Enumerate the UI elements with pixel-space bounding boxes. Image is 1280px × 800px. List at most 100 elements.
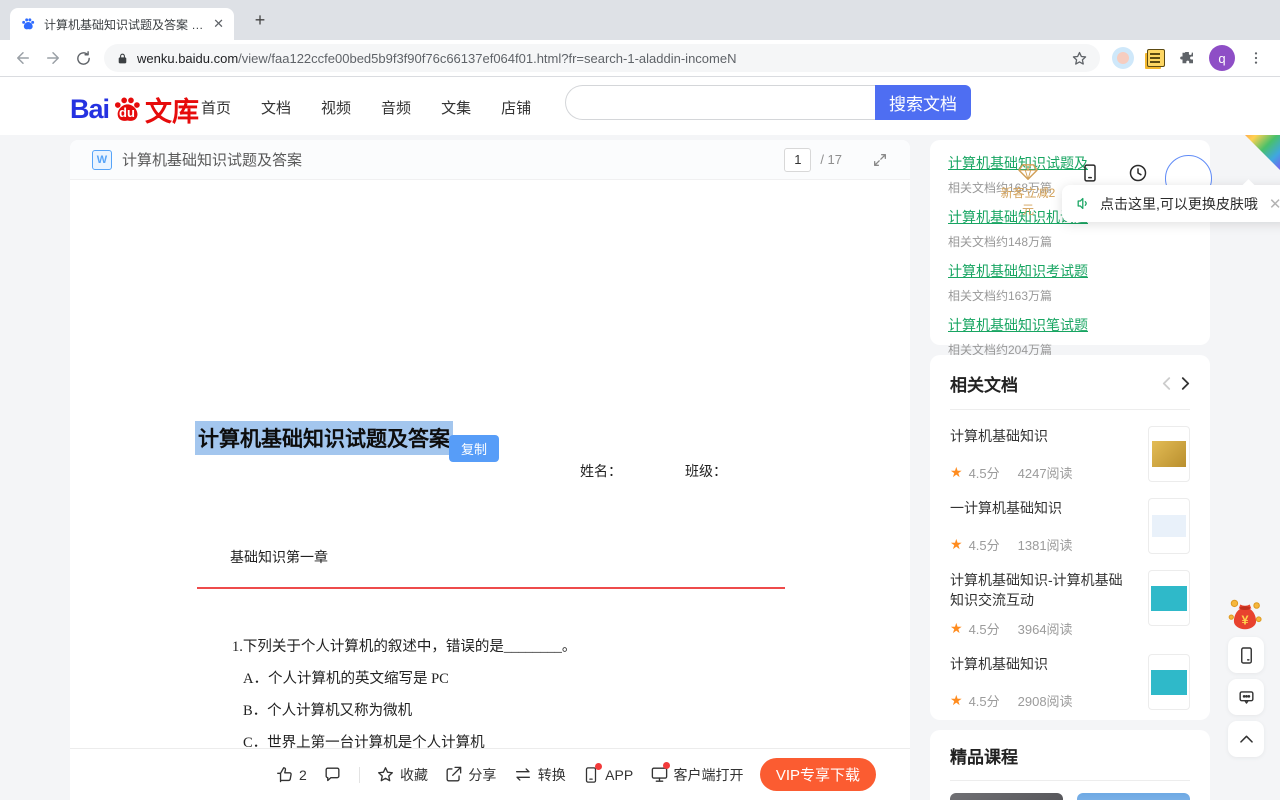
convert-arrows-icon xyxy=(513,765,533,784)
chat-bubble-icon xyxy=(1237,688,1256,707)
course-thumbnail[interactable] xyxy=(950,793,1063,800)
client-open-label: 客户端打开 xyxy=(674,765,744,785)
extension-bear-icon[interactable] xyxy=(1112,47,1134,69)
thumbs-up-icon xyxy=(275,765,294,784)
red-packet-icon[interactable]: ¥ xyxy=(1226,596,1264,634)
address-bar[interactable]: wenku.baidu.com/view/faa122ccfe00bed5b9f… xyxy=(104,44,1100,72)
app-label: APP xyxy=(605,767,633,783)
skin-tooltip-text: 点击这里,可以更换皮肤哦 xyxy=(1100,194,1258,214)
course-thumbnail[interactable] xyxy=(1077,793,1190,800)
bookmark-star-icon[interactable] xyxy=(1071,50,1088,67)
mobile-view-button[interactable] xyxy=(1228,637,1264,673)
name-field-label: 姓名： xyxy=(580,461,622,481)
browser-menu-icon[interactable] xyxy=(1248,50,1264,66)
doc-thumbnail xyxy=(1148,654,1190,710)
client-open-button[interactable]: 客户端打开 xyxy=(650,765,744,785)
read-count: 1381阅读 xyxy=(1018,535,1073,554)
extension-notes-icon[interactable] xyxy=(1147,49,1165,67)
read-count: 3964阅读 xyxy=(1018,619,1073,638)
nav-item-shop[interactable]: 店铺 xyxy=(498,94,534,121)
class-field-label: 班级： xyxy=(685,461,727,481)
document-title-selected[interactable]: 计算机基础知识试题及答案 xyxy=(195,421,453,455)
rating-star-icon: ★ xyxy=(950,464,963,481)
url-domain: wenku.baidu.com xyxy=(137,51,238,66)
browser-tab[interactable]: 计算机基础知识试题及答案 - 百 ✕ xyxy=(10,8,234,40)
fullscreen-icon[interactable] xyxy=(872,152,888,168)
related-doc-title: 计算机基础知识 xyxy=(950,426,1136,446)
question-1: 1.下列关于个人计算机的叙述中，错误的是________。 xyxy=(232,635,576,656)
share-button[interactable]: 分享 xyxy=(444,765,496,785)
forward-icon[interactable] xyxy=(38,43,68,73)
comment-button[interactable] xyxy=(323,765,342,784)
browser-tabstrip: 计算机基础知识试题及答案 - 百 ✕ + xyxy=(0,0,1280,40)
comment-icon xyxy=(323,765,342,784)
favorite-button[interactable]: 收藏 xyxy=(376,765,428,785)
page-number-input[interactable] xyxy=(784,148,811,172)
diamond-icon xyxy=(1017,163,1039,181)
vip-download-button[interactable]: VIP专享下载 xyxy=(760,758,876,791)
browser-urlbar: wenku.baidu.com/view/faa122ccfe00bed5b9f… xyxy=(0,40,1280,77)
rating-value: 4.5分 xyxy=(969,535,1000,554)
nav-item-collection[interactable]: 文集 xyxy=(438,94,474,121)
page-total: / 17 xyxy=(820,152,842,167)
nav-item-video[interactable]: 视频 xyxy=(318,94,354,121)
app-button[interactable]: APP xyxy=(582,766,633,784)
nav-item-home[interactable]: 首页 xyxy=(198,94,234,121)
wenku-nav: 首页 文档 视频 音频 文集 店铺 xyxy=(198,94,534,121)
carousel-prev-icon[interactable] xyxy=(1162,376,1171,391)
browser-profile-avatar[interactable]: q xyxy=(1209,45,1235,71)
reload-icon[interactable] xyxy=(68,43,98,73)
search-input[interactable] xyxy=(565,85,875,120)
document-panel: W 计算机基础知识试题及答案 / 17 计算机基础知识试题及答案 复制 姓名： … xyxy=(70,140,910,800)
logo-wenku: 文库 xyxy=(145,90,199,129)
back-icon[interactable] xyxy=(8,43,38,73)
baidu-wenku-logo[interactable]: Bai du 文库 xyxy=(70,90,199,129)
chevron-up-icon xyxy=(1237,730,1256,749)
clock-icon xyxy=(1128,163,1148,183)
document-toolbar-title: 计算机基础知识试题及答案 xyxy=(122,149,784,170)
wenku-header: Bai du 文库 首页 文档 视频 音频 文集 店铺 搜索文档 新客立减2元 … xyxy=(0,77,1280,135)
svg-text:¥: ¥ xyxy=(1241,614,1248,628)
share-label: 分享 xyxy=(468,765,496,785)
logo-du: du xyxy=(119,105,135,120)
doc-thumbnail xyxy=(1148,426,1190,482)
related-doc-item[interactable]: 计算机基础知识-计算机基础知识交流互动 ★4.5分3964阅读 xyxy=(950,570,1190,638)
lock-icon xyxy=(116,52,129,65)
carousel-next-icon[interactable] xyxy=(1181,376,1190,391)
extensions-puzzle-icon[interactable] xyxy=(1178,49,1196,67)
feedback-button[interactable] xyxy=(1228,679,1264,715)
new-tab-button[interactable]: + xyxy=(248,9,272,33)
related-doc-item[interactable]: 计算机基础知识 ★4.5分4247阅读 xyxy=(950,426,1190,482)
like-button[interactable]: 2 xyxy=(275,765,307,784)
baidu-paw-icon: du xyxy=(110,93,144,127)
back-to-top-button[interactable] xyxy=(1228,721,1264,757)
like-count: 2 xyxy=(299,767,307,783)
word-doc-icon: W xyxy=(92,150,112,170)
courses-heading: 精品课程 xyxy=(950,743,1190,768)
rating-value: 4.5分 xyxy=(969,463,1000,482)
url-path: /view/faa122ccfe00bed5b9f3f90f76c66137ef… xyxy=(238,51,736,66)
rating-star-icon: ★ xyxy=(950,536,963,553)
tab-close-icon[interactable]: ✕ xyxy=(213,16,224,32)
nav-item-docs[interactable]: 文档 xyxy=(258,94,294,121)
new-user-promo[interactable]: 新客立减2元 xyxy=(996,163,1060,218)
tooltip-close-icon[interactable]: ✕ xyxy=(1269,195,1280,213)
tab-title: 计算机基础知识试题及答案 - 百 xyxy=(44,16,205,33)
document-page: 计算机基础知识试题及答案 复制 姓名： 班级： 基础知识第一章 1.下列关于个人… xyxy=(70,180,910,748)
doc-thumbnail xyxy=(1148,498,1190,554)
related-search-link[interactable]: 计算机基础知识笔试题 xyxy=(948,315,1088,335)
related-doc-item[interactable]: 一计算机基础知识 ★4.5分1381阅读 xyxy=(950,498,1190,554)
related-doc-item[interactable]: 计算机基础知识 ★4.5分2908阅读 xyxy=(950,654,1190,710)
search-button[interactable]: 搜索文档 xyxy=(875,85,971,120)
related-search-count: 相关文档约148万篇 xyxy=(948,233,1192,250)
related-search-link[interactable]: 计算机基础知识考试题 xyxy=(948,261,1088,281)
red-divider-line xyxy=(197,587,785,589)
convert-button[interactable]: 转换 xyxy=(513,765,566,785)
search-bar: 搜索文档 xyxy=(565,85,971,120)
related-doc-title: 计算机基础知识 xyxy=(950,654,1136,674)
rating-value: 4.5分 xyxy=(969,691,1000,710)
nav-item-audio[interactable]: 音频 xyxy=(378,94,414,121)
copy-button[interactable]: 复制 xyxy=(449,435,499,462)
document-toolbar: W 计算机基础知识试题及答案 / 17 xyxy=(70,140,910,180)
rating-value: 4.5分 xyxy=(969,619,1000,638)
